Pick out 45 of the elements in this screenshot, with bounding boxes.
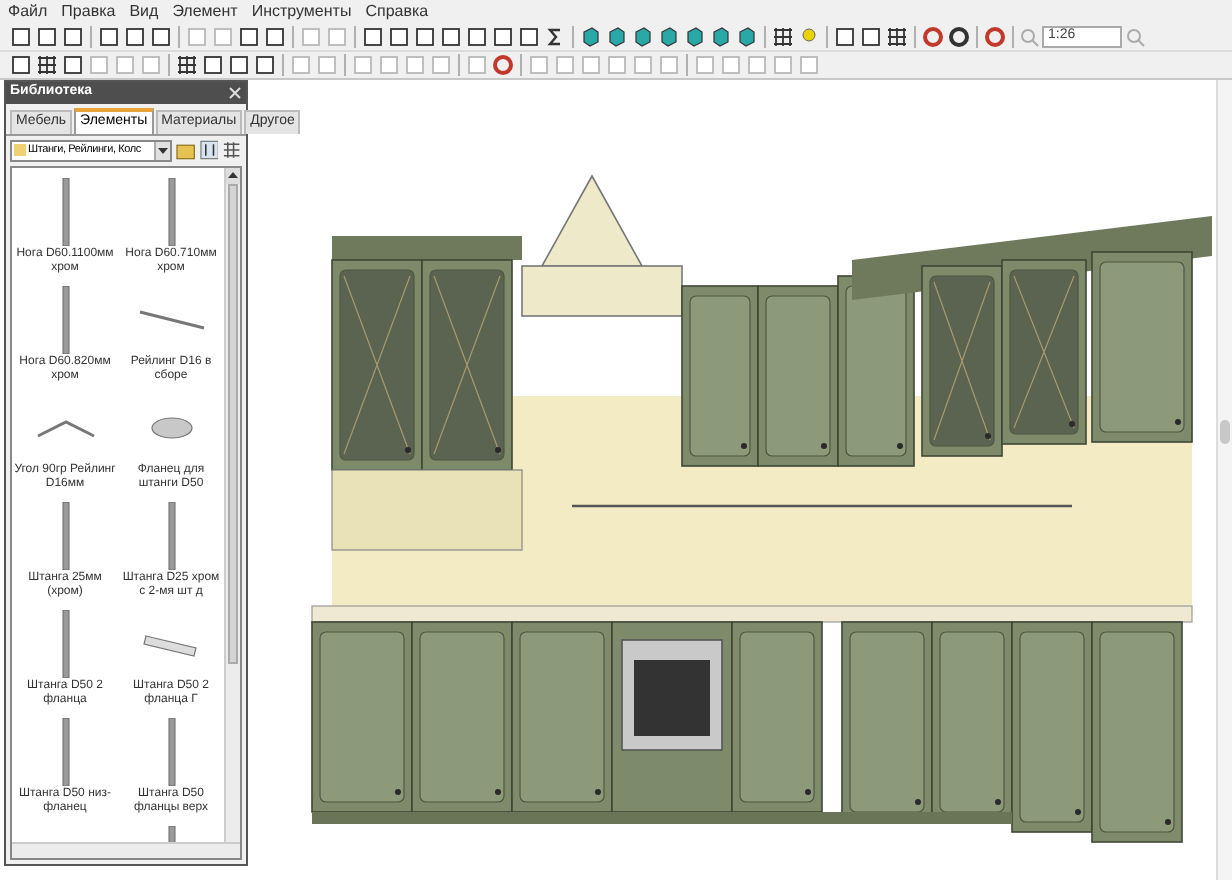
grid-icon[interactable] [176, 54, 198, 76]
vertical-scroll-bar[interactable] [224, 167, 240, 842]
rod-icon [59, 609, 71, 677]
sum-icon[interactable] [544, 26, 566, 48]
cube-icon[interactable] [580, 26, 602, 48]
menu-item[interactable]: Инструменты [251, 0, 352, 24]
cube-icon[interactable] [606, 26, 628, 48]
rod-icon [59, 285, 71, 353]
rod-icon [59, 501, 71, 569]
cube-icon[interactable] [658, 26, 680, 48]
close-icon[interactable] [228, 86, 242, 100]
cube-icon[interactable] [632, 26, 654, 48]
lifebuoy-icon[interactable] [984, 26, 1006, 48]
cube-icon[interactable] [710, 26, 732, 48]
menu-item[interactable]: Справка [365, 0, 429, 24]
menu-item[interactable]: Вид [129, 0, 159, 24]
folder-up-icon[interactable] [176, 141, 196, 159]
grid-icon[interactable] [36, 54, 58, 76]
caret-icon [228, 172, 238, 178]
scroll-up-button[interactable] [226, 167, 240, 183]
grid-icon[interactable] [886, 26, 908, 48]
folder-icon [14, 144, 26, 156]
list-view-icon[interactable] [222, 140, 242, 160]
rod-icon [165, 177, 177, 245]
grid-icon[interactable] [772, 26, 794, 48]
menu-item[interactable]: Правка [61, 0, 116, 24]
horizontal-scroll-bar[interactable] [12, 842, 240, 858]
scroll-bar[interactable] [1216, 80, 1232, 880]
rail-icon [137, 307, 205, 331]
lifebuoy-icon[interactable] [492, 54, 514, 76]
caret-icon [154, 141, 171, 159]
menu-item[interactable]: Файл [8, 0, 48, 24]
flange-icon [149, 415, 193, 439]
menu-item[interactable]: Элемент [172, 0, 238, 24]
rod-icon [59, 177, 71, 245]
scroll-thumb[interactable] [228, 183, 238, 663]
scroll-thumb[interactable] [1220, 420, 1230, 444]
rod-icon [165, 717, 177, 785]
corner-rail-icon [35, 417, 95, 437]
sphere-icon[interactable] [948, 26, 970, 48]
rod-icon [165, 501, 177, 569]
cube-icon[interactable] [736, 26, 758, 48]
cube-icon[interactable] [684, 26, 706, 48]
rod-icon [59, 717, 71, 785]
tube-icon [141, 629, 201, 657]
